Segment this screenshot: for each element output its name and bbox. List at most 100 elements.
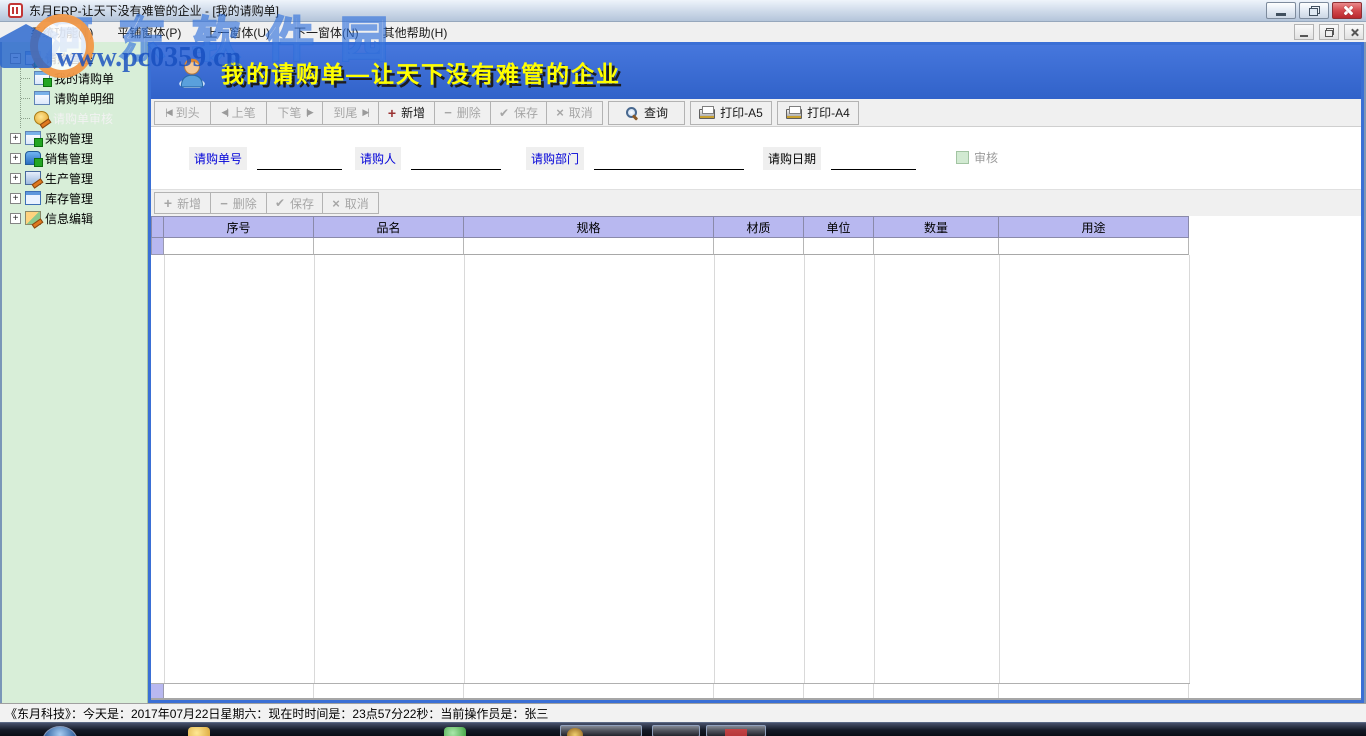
delete-icon: −: [220, 196, 228, 211]
goto-first-button[interactable]: |◀ 到头: [154, 101, 211, 125]
grid-cell: [714, 684, 804, 698]
grid-cell[interactable]: [874, 238, 999, 255]
taskbar-app-icon[interactable]: [188, 727, 210, 736]
column-header-material[interactable]: 材质: [714, 216, 804, 238]
banner: 我的请购单—让天下没有难管的企业: [151, 45, 1361, 99]
app-logo-icon: [8, 3, 23, 18]
print-a5-button[interactable]: 打印-A5: [690, 101, 772, 125]
column-header-purpose[interactable]: 用途: [999, 216, 1189, 238]
close-button[interactable]: [1332, 2, 1362, 19]
grid-empty-row[interactable]: [151, 238, 1361, 255]
detail-save-button[interactable]: ✔ 保存: [266, 192, 323, 214]
printer-icon: [786, 106, 802, 119]
tree-item-purchase-manage[interactable]: + 采购管理: [6, 128, 147, 148]
taskbar[interactable]: [0, 722, 1366, 736]
window-title: 东月ERP-让天下没有难管的企业 - [我的请购单]: [29, 2, 279, 19]
delete-button[interactable]: − 删除: [434, 101, 491, 125]
request-detail-icon: [34, 91, 50, 105]
menu-item-next-window[interactable]: 下一窗体(N): [282, 22, 371, 43]
button-label: 下笔: [277, 104, 301, 121]
detail-add-button[interactable]: + 新增: [154, 192, 211, 214]
expand-icon[interactable]: +: [10, 153, 21, 164]
detail-cancel-button[interactable]: × 取消: [322, 192, 379, 214]
grid-cell[interactable]: [804, 238, 874, 255]
child-restore-button[interactable]: [1319, 24, 1339, 40]
next-record-button[interactable]: 下笔 |▶: [266, 101, 323, 125]
child-minimize-button[interactable]: [1294, 24, 1314, 40]
tree-item-label: 库存管理: [45, 190, 93, 207]
grid-column-line: [999, 255, 1000, 683]
save-icon: ✔: [499, 106, 509, 120]
taskbar-window-button[interactable]: [706, 725, 766, 736]
start-button[interactable]: [42, 726, 78, 736]
request-dept-input[interactable]: [594, 153, 744, 170]
request-dept-label: 请购部门: [526, 147, 584, 170]
collapse-icon[interactable]: −: [10, 53, 21, 64]
tree-item-request-audit[interactable]: 请购单审核: [21, 108, 147, 128]
requester-input[interactable]: [411, 153, 501, 170]
column-header-spec[interactable]: 规格: [464, 216, 714, 238]
request-date-input[interactable]: [831, 153, 916, 170]
grid-cell[interactable]: [999, 238, 1189, 255]
minimize-button[interactable]: [1266, 2, 1296, 19]
tree-item-production-manage[interactable]: + 生产管理: [6, 168, 147, 188]
tree-item-inventory-manage[interactable]: + 库存管理: [6, 188, 147, 208]
prev-record-button[interactable]: ◀| 上笔: [210, 101, 267, 125]
column-header-unit[interactable]: 单位: [804, 216, 874, 238]
tree-item-my-request[interactable]: 我的请购单: [21, 68, 147, 88]
grid-cell[interactable]: [314, 238, 464, 255]
request-date-field: 请购日期: [763, 147, 916, 170]
grid-cell: [874, 684, 999, 698]
audit-checkbox[interactable]: [956, 151, 969, 164]
row-selector-cell[interactable]: [151, 684, 164, 698]
detail-delete-button[interactable]: − 删除: [210, 192, 267, 214]
menu-item-tile-windows[interactable]: 平铺窗体(P): [105, 22, 193, 43]
add-icon: +: [164, 197, 172, 209]
search-button[interactable]: 查询: [608, 101, 685, 125]
child-close-button[interactable]: [1344, 24, 1364, 40]
grid-cell[interactable]: [164, 238, 314, 255]
column-header-seq[interactable]: 序号: [164, 216, 314, 238]
expand-icon[interactable]: +: [10, 133, 21, 144]
cancel-icon: ×: [556, 105, 564, 120]
button-label: 到尾: [333, 104, 357, 121]
tree-item-label: 我的请购单: [54, 70, 114, 87]
button-label: 删除: [233, 195, 257, 212]
taskbar-window-button[interactable]: [652, 725, 700, 736]
tree-item-sales-manage[interactable]: + 销售管理: [6, 148, 147, 168]
tree-item-label: 请购单审核: [53, 110, 113, 127]
tree-item-info-edit[interactable]: + 信息编辑: [6, 208, 147, 228]
grid-column-line: [1189, 255, 1190, 683]
row-selector-cell[interactable]: [151, 238, 164, 255]
menu-item-help[interactable]: 其他帮助(H): [371, 22, 460, 43]
print-a4-button[interactable]: 打印-A4: [777, 101, 859, 125]
button-label: 打印-A5: [720, 104, 763, 121]
expand-icon[interactable]: +: [10, 173, 21, 184]
expand-icon[interactable]: +: [10, 213, 21, 224]
column-header-product-name[interactable]: 品名: [314, 216, 464, 238]
request-manage-icon: [25, 51, 41, 65]
grid-cell[interactable]: [464, 238, 714, 255]
expand-icon[interactable]: +: [10, 193, 21, 204]
tree-item-request-detail[interactable]: 请购单明细: [21, 88, 147, 108]
cancel-button[interactable]: × 取消: [546, 101, 603, 125]
taskbar-app-icon[interactable]: [444, 727, 466, 736]
save-icon: ✔: [275, 196, 285, 210]
grid-column-line: [714, 255, 715, 683]
menu-bar: 系统功能(T) 平铺窗体(P) 上一窗体(U) 下一窗体(N) 其他帮助(H): [0, 22, 1366, 42]
taskbar-window-button[interactable]: [560, 725, 642, 736]
button-label: 到头: [176, 104, 200, 121]
menu-item-system[interactable]: 系统功能(T): [18, 22, 105, 43]
request-audit-icon: [34, 111, 49, 125]
inventory-manage-icon: [25, 191, 41, 205]
menu-item-prev-window[interactable]: 上一窗体(U): [193, 22, 282, 43]
grid-cell[interactable]: [714, 238, 804, 255]
detail-grid[interactable]: 序号 品名 规格 材质 单位 数量 用途: [151, 216, 1361, 700]
add-button[interactable]: + 新增: [378, 101, 435, 125]
restore-button[interactable]: [1299, 2, 1329, 19]
request-no-input[interactable]: [257, 153, 342, 170]
goto-last-button[interactable]: 到尾 ▶|: [322, 101, 379, 125]
tree-item-request-manage[interactable]: − 请购管理: [6, 48, 147, 68]
save-button[interactable]: ✔ 保存: [490, 101, 547, 125]
column-header-quantity[interactable]: 数量: [874, 216, 999, 238]
